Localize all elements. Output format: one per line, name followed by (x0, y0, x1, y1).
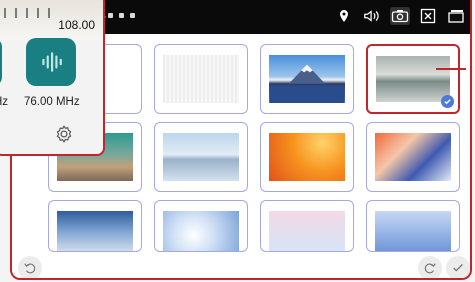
confirm-button[interactable] (446, 256, 470, 278)
wallpaper-tile-soft-gradient[interactable] (260, 200, 354, 252)
selected-check-icon (441, 95, 454, 108)
status-indicators (108, 13, 135, 18)
wallpaper-tile-orange-waves[interactable] (260, 122, 354, 192)
callout-connector (436, 68, 466, 70)
max-frequency-label: 108.00 (58, 18, 95, 32)
radio-station-card[interactable] (26, 38, 76, 86)
wallpaper-tile-foggy-shore[interactable] (48, 200, 142, 252)
rotate-left-icon (24, 263, 36, 274)
location-icon (334, 7, 354, 25)
wallpaper-tile-gray-texture[interactable] (154, 44, 248, 114)
current-frequency-label: 76.00 MHz (24, 96, 80, 108)
window-icon[interactable] (446, 7, 466, 25)
wallpaper-tile-misty-lake[interactable] (366, 44, 460, 114)
wallpaper-tile-abstract-silk[interactable] (366, 122, 460, 192)
close-app-icon[interactable] (418, 7, 438, 25)
radio-wave-icon (42, 52, 62, 72)
rotate-left-button[interactable] (18, 256, 42, 278)
wallpaper-tile-salt-flats[interactable] (154, 122, 248, 192)
previous-frequency-label: Hz (0, 96, 9, 108)
checkmark-icon (453, 264, 463, 272)
previous-station-card[interactable] (0, 38, 2, 86)
refresh-icon (424, 263, 436, 274)
volume-icon[interactable] (362, 7, 382, 25)
wallpaper-grid (48, 44, 468, 252)
wallpaper-tile-blue-gradient[interactable] (366, 200, 460, 252)
screenshot-icon[interactable] (390, 7, 410, 25)
radio-popup: 108.00 Hz 76.00 MHz (0, 0, 105, 156)
gear-icon[interactable] (54, 124, 74, 144)
frequency-scale (4, 8, 50, 18)
wallpaper-tile-blue-cloud[interactable] (154, 200, 248, 252)
wallpaper-tile-mount-fuji[interactable] (260, 44, 354, 114)
refresh-button[interactable] (418, 256, 442, 278)
